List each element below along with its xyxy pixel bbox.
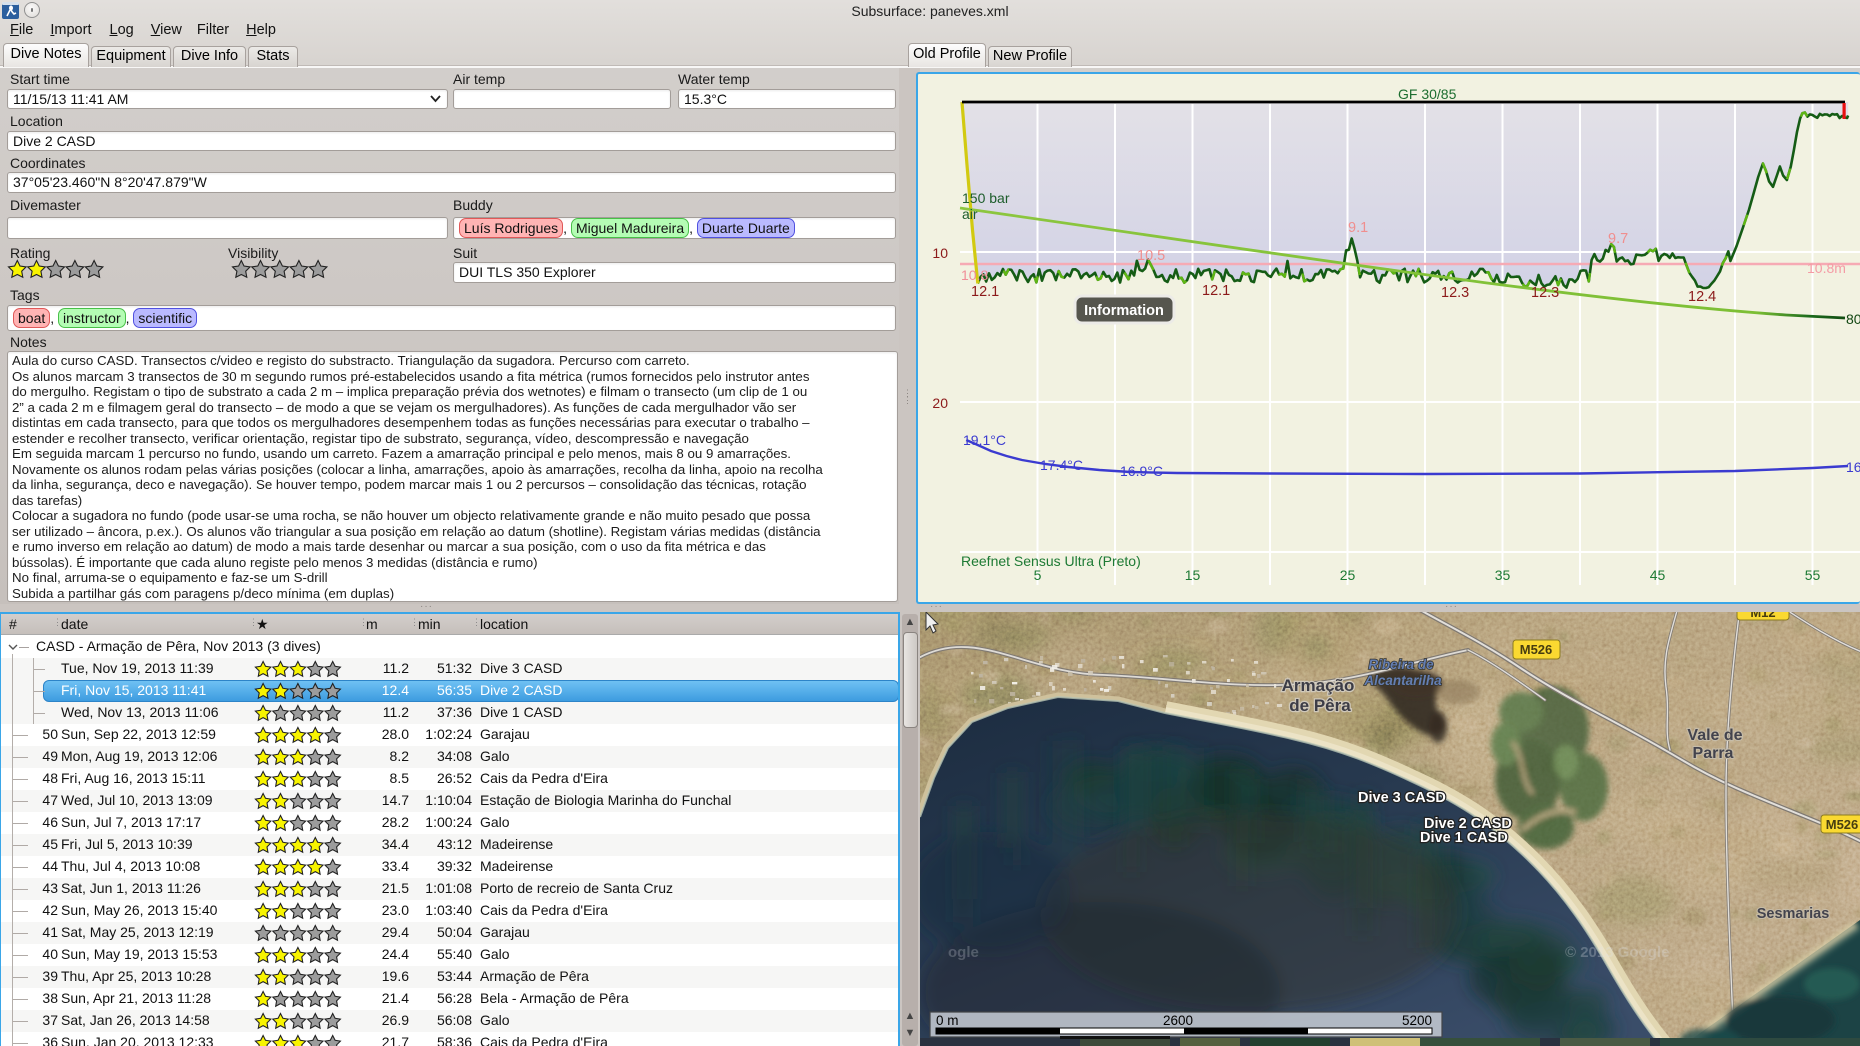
svg-text:12.4: 12.4 — [1688, 289, 1716, 305]
svg-text:45: 45 — [1650, 567, 1666, 583]
svg-text:12.3: 12.3 — [1441, 285, 1469, 301]
svg-text:Parra: Parra — [1693, 745, 1734, 762]
svg-text:Armação: Armação — [1282, 676, 1355, 695]
svg-text:10.8: 10.8 — [961, 267, 988, 283]
svg-text:25: 25 — [1340, 567, 1356, 583]
svg-text:12.3: 12.3 — [1531, 285, 1559, 301]
svg-text:M526: M526 — [1520, 642, 1553, 657]
svg-text:Alcantarilha: Alcantarilha — [1363, 673, 1442, 688]
svg-text:150 bar: 150 bar — [962, 190, 1010, 206]
svg-text:de Pêra: de Pêra — [1289, 696, 1351, 715]
svg-text:Dive 3 CASD: Dive 3 CASD — [1358, 790, 1446, 806]
svg-text:16: 16 — [1846, 459, 1860, 475]
svg-text:9.7: 9.7 — [1608, 231, 1628, 247]
svg-text:GF 30/85: GF 30/85 — [1398, 86, 1457, 102]
svg-text:2600: 2600 — [1163, 1013, 1193, 1028]
svg-text:air: air — [962, 206, 978, 222]
svg-text:12.1: 12.1 — [971, 284, 999, 300]
svg-text:Information: Information — [1084, 303, 1164, 319]
svg-text:Dive 1 CASD: Dive 1 CASD — [1420, 830, 1508, 846]
svg-text:Reefnet Sensus Ultra (Preto): Reefnet Sensus Ultra (Preto) — [961, 553, 1141, 569]
svg-text:ogle: ogle — [948, 944, 979, 961]
svg-text:10: 10 — [932, 245, 948, 261]
svg-text:Sesmarias: Sesmarias — [1757, 906, 1830, 922]
svg-text:35: 35 — [1495, 567, 1511, 583]
svg-text:55: 55 — [1805, 567, 1821, 583]
svg-text:Ribeira de: Ribeira de — [1368, 657, 1434, 672]
svg-text:80: 80 — [1846, 311, 1860, 327]
svg-text:Vale de: Vale de — [1687, 727, 1742, 744]
svg-text:16.9°C: 16.9°C — [1120, 463, 1163, 479]
svg-text:12.1: 12.1 — [1202, 283, 1230, 299]
svg-text:10.8m: 10.8m — [1807, 260, 1846, 276]
svg-text:17.4°C: 17.4°C — [1040, 457, 1083, 473]
svg-text:0 m: 0 m — [936, 1013, 959, 1028]
svg-text:© 2013 Google: © 2013 Google — [1565, 944, 1669, 961]
svg-text:15: 15 — [1185, 567, 1201, 583]
svg-text:M526: M526 — [1826, 817, 1859, 832]
svg-text:M12: M12 — [1750, 612, 1775, 620]
svg-text:5: 5 — [1034, 567, 1042, 583]
svg-text:5200: 5200 — [1402, 1013, 1432, 1028]
svg-text:20: 20 — [932, 395, 948, 411]
svg-text:10.5: 10.5 — [1137, 248, 1165, 264]
svg-text:19.1°C: 19.1°C — [963, 432, 1006, 448]
svg-text:9.1: 9.1 — [1348, 220, 1368, 236]
